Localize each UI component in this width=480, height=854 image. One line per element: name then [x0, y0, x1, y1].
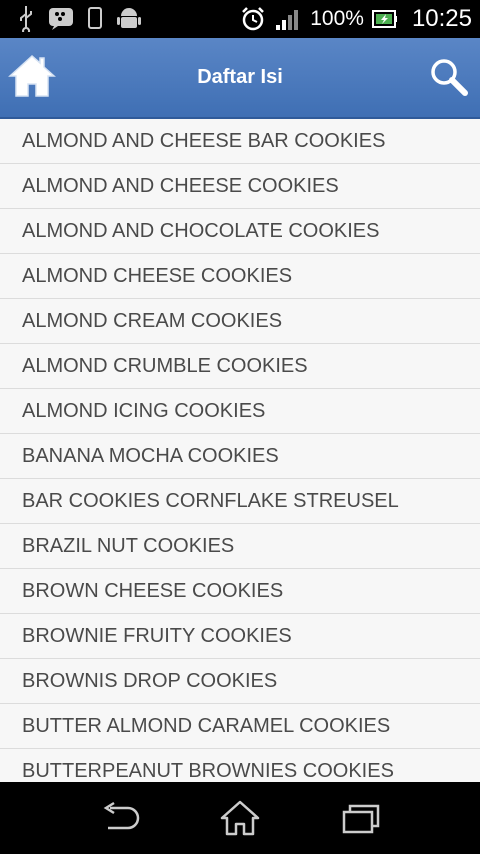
search-button[interactable] [428, 56, 470, 98]
search-icon [431, 59, 468, 96]
list-item[interactable]: ALMOND AND CHOCOLATE COOKIES [0, 209, 480, 254]
recent-apps-button[interactable] [338, 798, 382, 838]
back-button[interactable] [98, 798, 142, 838]
clock: 10:25 [411, 5, 472, 32]
status-bar: 100% 10:25 [0, 0, 480, 38]
list-item[interactable]: BAR COOKIES CORNFLAKE STREUSEL [0, 479, 480, 524]
list-item[interactable]: ALMOND ICING COOKIES [0, 389, 480, 434]
home-nav-button[interactable] [218, 798, 262, 838]
list-item[interactable]: BROWN CHEESE COOKIES [0, 569, 480, 614]
recent-apps-icon [342, 804, 380, 834]
back-icon [103, 801, 140, 830]
list-item[interactable]: BANANA MOCHA COOKIES [0, 434, 480, 479]
list-item[interactable]: ALMOND AND CHEESE BAR COOKIES [0, 119, 480, 164]
list-item[interactable]: ALMOND CHEESE COOKIES [0, 254, 480, 299]
app-bar: Daftar Isi [0, 38, 480, 119]
home-nav-icon [220, 800, 260, 836]
usb-icon [20, 6, 32, 32]
list-item[interactable]: BUTTER ALMOND CARAMEL COOKIES [0, 704, 480, 749]
list-item[interactable]: ALMOND CRUMBLE COOKIES [0, 344, 480, 389]
status-indicators: 100% 10:25 [240, 0, 472, 38]
phone-icon [88, 7, 102, 29]
list-item[interactable]: BRAZIL NUT COOKIES [0, 524, 480, 569]
list-item[interactable]: ALMOND CREAM COOKIES [0, 299, 480, 344]
battery-icon [371, 10, 397, 28]
notification-icons [18, 4, 142, 32]
bbm-icon [49, 8, 73, 30]
battery-percentage: 100% [310, 7, 364, 30]
list-item[interactable]: BROWNIS DROP COOKIES [0, 659, 480, 704]
navigation-bar [0, 782, 480, 854]
android-icon [117, 8, 141, 28]
list-item[interactable]: BROWNIE FRUITY COOKIES [0, 614, 480, 659]
alarm-icon [242, 7, 265, 31]
list-item[interactable]: BUTTERPEANUT BROWNIES COOKIES [0, 749, 480, 782]
list-item[interactable]: ALMOND AND CHEESE COOKIES [0, 164, 480, 209]
recipe-list[interactable]: ALMOND AND CHEESE BAR COOKIES ALMOND AND … [0, 119, 480, 782]
signal-icon [276, 10, 299, 30]
page-title: Daftar Isi [197, 66, 283, 88]
